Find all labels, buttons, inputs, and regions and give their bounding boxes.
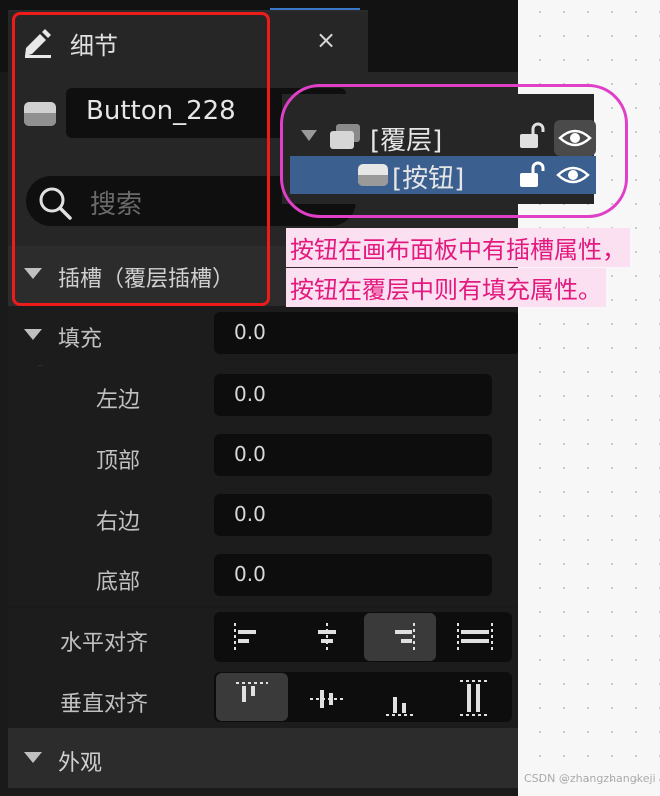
collapse-arrow-icon[interactable] xyxy=(24,752,42,763)
h-align-right-button[interactable] xyxy=(364,613,436,661)
annotation-line-2: 按钮在覆层中则有填充属性。 xyxy=(286,268,606,307)
highlight-outline-pink xyxy=(280,84,628,218)
highlight-outline-red xyxy=(12,12,270,306)
align-center-icon xyxy=(318,623,336,651)
align-right-icon xyxy=(395,623,415,651)
horizontal-alignment-label: 水平对齐 xyxy=(60,631,149,656)
v-align-top-button[interactable] xyxy=(216,673,288,721)
annotation-line-1: 按钮在画布面板中有插槽属性， xyxy=(286,228,630,267)
section-appearance-label: 外观 xyxy=(58,751,103,776)
padding-bottom-value: 0.0 xyxy=(234,562,266,586)
align-bottom-icon xyxy=(386,697,416,716)
align-fill-icon xyxy=(457,623,493,651)
vertical-alignment-label: 垂直对齐 xyxy=(60,692,149,717)
h-align-fill-button[interactable] xyxy=(438,613,510,661)
padding-value: 0.0 xyxy=(234,320,266,344)
v-align-fill-button[interactable] xyxy=(438,673,510,721)
align-fill-vertical-icon xyxy=(460,680,488,716)
padding-bottom-label: 底部 xyxy=(96,570,141,595)
padding-label: 填充 xyxy=(58,327,103,352)
padding-left-value: 0.0 xyxy=(234,382,266,406)
tab-accent xyxy=(270,8,360,10)
tab-close-button[interactable]: × xyxy=(316,26,336,54)
align-middle-icon xyxy=(310,690,344,708)
padding-left-label: 左边 xyxy=(96,388,141,413)
v-align-center-button[interactable] xyxy=(290,673,362,721)
align-top-icon xyxy=(236,682,268,702)
padding-top-value: 0.0 xyxy=(234,442,266,466)
padding-top-label: 顶部 xyxy=(96,449,141,474)
h-align-left-button[interactable] xyxy=(216,613,288,661)
h-align-center-button[interactable] xyxy=(290,613,362,661)
align-left-icon xyxy=(234,623,256,651)
expand-arrow-icon[interactable] xyxy=(24,329,42,340)
v-align-bottom-button[interactable] xyxy=(364,673,436,721)
padding-right-label: 右边 xyxy=(96,510,141,535)
watermark: CSDN @zhangzhangkeji xyxy=(524,772,656,785)
padding-right-value: 0.0 xyxy=(234,502,266,526)
